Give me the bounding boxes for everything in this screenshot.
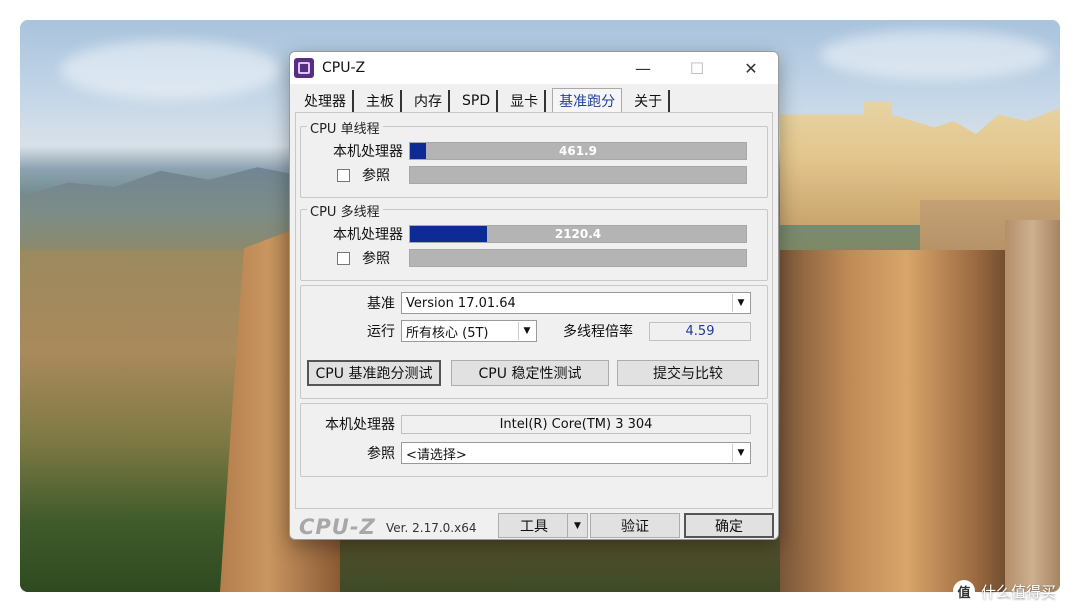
tools-button[interactable]: 工具 ▼	[498, 513, 588, 538]
window-title: CPU-Z	[322, 60, 366, 76]
run-label: 运行	[367, 324, 395, 340]
multi-ref-checkbox[interactable]	[337, 251, 350, 265]
right-cliff	[780, 250, 1010, 592]
watermark: 值 什么值得买	[952, 580, 1056, 602]
multi-this-bar: 2120.4	[409, 225, 747, 243]
far-cliff	[1005, 220, 1060, 592]
tab-graphics[interactable]: 显卡	[504, 90, 547, 112]
single-ref-checkbox[interactable]	[337, 168, 350, 182]
single-this-score: 461.9	[559, 144, 597, 158]
tab-about[interactable]: 关于	[628, 90, 671, 112]
chevron-down-icon: ▼	[518, 322, 535, 340]
bench-button[interactable]: CPU 基准跑分测试	[307, 360, 441, 386]
ok-button[interactable]: 确定	[684, 513, 774, 538]
single-thread-group: CPU 单线程 本机处理器 461.9 参照	[300, 118, 768, 198]
baseline-label: 基准	[367, 296, 395, 312]
cloud	[60, 40, 280, 100]
watermark-text: 什么值得买	[980, 582, 1056, 601]
minimize-button[interactable]: —	[616, 52, 670, 84]
reference-select[interactable]: <请选择> ▼	[401, 442, 751, 464]
submit-compare-button[interactable]: 提交与比较	[617, 360, 759, 386]
single-thread-legend: CPU 单线程	[307, 118, 383, 137]
baseline-select[interactable]: Version 17.01.64 ▼	[401, 292, 751, 314]
processor-ref-label: 参照	[367, 446, 395, 462]
distant-mountains	[20, 167, 290, 250]
settings-group: 基准 Version 17.01.64 ▼ 运行 所有核心 (5T) ▼ 多线程…	[300, 285, 768, 399]
cpuz-brand-logo: CPU-Z	[299, 515, 376, 539]
run-value: 所有核心 (5T)	[406, 325, 489, 341]
baseline-value: Version 17.01.64	[406, 295, 516, 311]
ratio-label: 多线程倍率	[563, 324, 633, 340]
processor-group: 本机处理器 Intel(R) Core(TM) 3 304 参照 <请选择> ▼	[300, 403, 768, 477]
tab-memory[interactable]: 内存	[408, 90, 450, 112]
processor-name: Intel(R) Core(TM) 3 304	[401, 414, 751, 434]
multi-ref-bar	[409, 249, 747, 267]
tab-bench[interactable]: 基准跑分	[552, 88, 623, 112]
tab-processor[interactable]: 处理器	[298, 90, 354, 112]
multi-this-score: 2120.4	[554, 227, 602, 241]
close-button[interactable]: ✕	[724, 52, 778, 84]
reference-value: <请选择>	[406, 447, 467, 463]
chevron-down-icon: ▼	[732, 444, 749, 462]
single-ref-label: 参照	[362, 168, 390, 184]
single-ref-bar	[409, 166, 747, 184]
multi-thread-legend: CPU 多线程	[307, 201, 383, 220]
title-bar[interactable]: CPU-Z — ☐ ✕	[290, 52, 778, 84]
ratio-value: 4.59	[649, 321, 751, 341]
single-this-label: 本机处理器	[333, 144, 403, 160]
single-this-bar: 461.9	[409, 142, 747, 160]
validate-button[interactable]: 验证	[590, 513, 680, 538]
run-select[interactable]: 所有核心 (5T) ▼	[401, 320, 537, 342]
bench-panel: CPU 单线程 本机处理器 461.9 参照 CPU 多线程 本机处理器 212…	[295, 112, 773, 509]
cpuz-window: CPU-Z — ☐ ✕ 处理器 主板 内存 SPD 显卡 基准跑分 关于 CPU…	[289, 51, 779, 540]
tools-label: 工具	[520, 518, 548, 535]
chevron-down-icon: ▼	[732, 294, 749, 312]
stress-button[interactable]: CPU 稳定性测试	[451, 360, 609, 386]
tab-mainboard[interactable]: 主板	[360, 90, 402, 112]
tab-bar: 处理器 主板 内存 SPD 显卡 基准跑分 关于	[298, 88, 676, 112]
maximize-button[interactable]: ☐	[670, 52, 724, 84]
tab-spd[interactable]: SPD	[456, 90, 499, 112]
version-text: Ver. 2.17.0.x64	[386, 521, 477, 535]
watermark-logo-icon: 值	[952, 580, 975, 602]
processor-this-label: 本机处理器	[325, 417, 395, 433]
multi-ref-label: 参照	[362, 251, 390, 267]
cpuz-app-icon	[294, 58, 314, 78]
chevron-down-icon: ▼	[567, 514, 587, 537]
multi-thread-group: CPU 多线程 本机处理器 2120.4 参照	[300, 201, 768, 281]
footer-bar: CPU-Z Ver. 2.17.0.x64 工具 ▼ 验证 确定	[290, 512, 778, 539]
multi-this-label: 本机处理器	[333, 227, 403, 243]
cloud	[820, 30, 1050, 80]
